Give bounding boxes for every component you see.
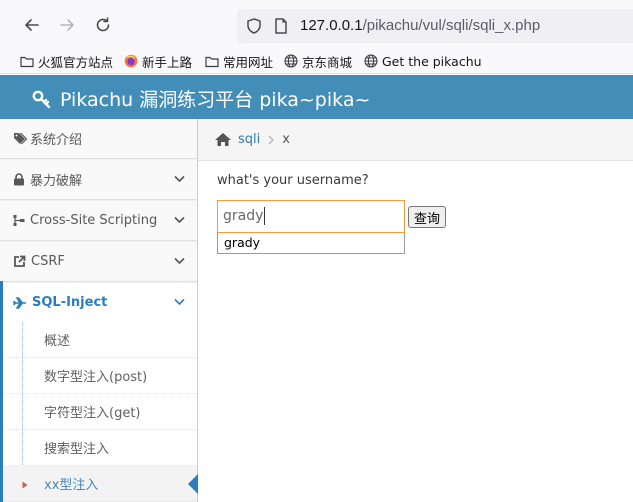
sidebar-item-label: 系统介绍 xyxy=(30,133,83,148)
shield-icon[interactable] xyxy=(245,17,263,35)
chevron-right-icon xyxy=(268,135,275,144)
bookmark-label: 新手上路 xyxy=(142,54,193,70)
sidebar-subitem-search[interactable]: 搜索型注入 xyxy=(0,430,197,466)
chevron-down-icon xyxy=(174,298,185,306)
url-host: 127.0.0.1 xyxy=(300,17,363,34)
globe-icon xyxy=(284,54,298,68)
chevron-down-icon xyxy=(174,216,185,224)
sidebar: 系统介绍 暴力破解 Cross-Site Scripting CSRF SQL-… xyxy=(0,119,198,502)
bookmark-label: Get the pikachu xyxy=(382,53,482,69)
sitemap-icon xyxy=(13,215,25,226)
sidebar-subitem-string-get[interactable]: 字符型注入(get) xyxy=(0,394,197,430)
back-button[interactable] xyxy=(21,14,43,36)
chevron-down-icon xyxy=(174,257,185,265)
autocomplete-option[interactable]: grady xyxy=(224,233,404,253)
username-prompt: what's your username? xyxy=(217,173,369,188)
autocomplete-dropdown: grady xyxy=(217,233,405,254)
url-bar[interactable]: 127.0.0.1/pikachu/vul/sqli/sqli_x.php xyxy=(237,9,633,43)
bookmark-common-sites[interactable]: 常用网址 xyxy=(205,52,273,70)
firefox-icon xyxy=(124,54,138,68)
bookmark-label: 京东商城 xyxy=(302,54,353,70)
bookmarks-bar: 火狐官方站点 新手上路 常用网址 京东商城 Get the pikachu xyxy=(0,48,633,74)
breadcrumb-current: x xyxy=(282,132,290,147)
forward-button[interactable] xyxy=(56,14,78,36)
reload-button[interactable] xyxy=(92,14,114,36)
username-input[interactable]: grady xyxy=(217,200,405,233)
sidebar-subitem-overview[interactable]: 概述 xyxy=(0,322,197,358)
tree-line xyxy=(22,430,23,465)
tree-line xyxy=(22,394,23,429)
share-icon xyxy=(14,255,26,267)
breadcrumb-home-link[interactable]: sqli xyxy=(238,132,260,147)
folder-icon xyxy=(205,56,219,67)
sidebar-subitem-label: 字符型注入(get) xyxy=(44,406,141,421)
bookmark-get-pikachu[interactable]: Get the pikachu xyxy=(364,52,482,70)
browser-toolbar: 127.0.0.1/pikachu/vul/sqli/sqli_x.php xyxy=(0,0,633,48)
sidebar-subitem-numeric-post[interactable]: 数字型注入(post) xyxy=(0,358,197,394)
url-path: /pikachu/vul/sqli/sqli_x.php xyxy=(362,17,541,34)
sidebar-item-sql-inject[interactable]: SQL-Inject xyxy=(0,283,197,323)
arrow-right-icon xyxy=(60,19,74,31)
chevron-down-icon xyxy=(174,175,185,183)
plane-icon xyxy=(13,296,26,309)
app-title-text: Pikachu 漏洞练习平台 pika~pika~ xyxy=(60,89,371,111)
tags-icon xyxy=(14,132,28,145)
sidebar-item-csrf[interactable]: CSRF xyxy=(0,242,197,282)
query-button[interactable]: 查询 xyxy=(408,206,446,228)
app-header: Pikachu 漏洞练习平台 pika~pika~ xyxy=(0,75,633,119)
sidebar-item-xss[interactable]: Cross-Site Scripting xyxy=(0,201,197,241)
url-text[interactable]: 127.0.0.1/pikachu/vul/sqli/sqli_x.php xyxy=(300,17,540,34)
bookmark-label: 常用网址 xyxy=(223,54,274,70)
key-icon xyxy=(32,90,51,108)
active-group-bar xyxy=(0,281,3,502)
arrow-left-icon xyxy=(25,19,39,31)
sidebar-subitem-label: xx型注入 xyxy=(44,478,99,493)
sidebar-subitem-label: 概述 xyxy=(44,334,71,349)
sidebar-subitem-label: 数字型注入(post) xyxy=(44,370,148,385)
home-icon[interactable] xyxy=(214,132,232,147)
app-title[interactable]: Pikachu 漏洞练习平台 pika~pika~ xyxy=(32,85,370,112)
username-input-value: grady xyxy=(223,208,264,224)
sidebar-item-label: SQL-Inject xyxy=(32,295,108,310)
caret-right-icon xyxy=(22,481,28,489)
page-icon[interactable] xyxy=(273,17,289,35)
bookmark-firefox-site[interactable]: 火狐官方站点 xyxy=(20,52,113,70)
bookmark-jd[interactable]: 京东商城 xyxy=(284,52,352,70)
text-caret xyxy=(264,207,266,225)
breadcrumb: sqli x xyxy=(198,119,633,161)
globe-icon xyxy=(364,54,378,68)
active-indicator xyxy=(188,474,198,494)
bookmark-getting-started[interactable]: 新手上路 xyxy=(124,52,192,70)
tree-line xyxy=(22,358,23,393)
sidebar-subitem-xx[interactable]: xx型注入 xyxy=(0,466,198,502)
sidebar-item-bruteforce[interactable]: 暴力破解 xyxy=(0,160,197,200)
sidebar-item-label: 暴力破解 xyxy=(30,174,83,189)
sidebar-subitem-label: 搜索型注入 xyxy=(44,442,110,457)
sidebar-item-intro[interactable]: 系统介绍 xyxy=(0,119,197,159)
tree-line xyxy=(22,322,23,357)
folder-icon xyxy=(20,56,34,67)
sidebar-item-label: CSRF xyxy=(31,254,65,269)
sidebar-item-label: Cross-Site Scripting xyxy=(30,213,158,228)
lock-icon xyxy=(14,173,24,186)
bookmark-label: 火狐官方站点 xyxy=(38,54,114,70)
reload-icon xyxy=(96,17,110,32)
